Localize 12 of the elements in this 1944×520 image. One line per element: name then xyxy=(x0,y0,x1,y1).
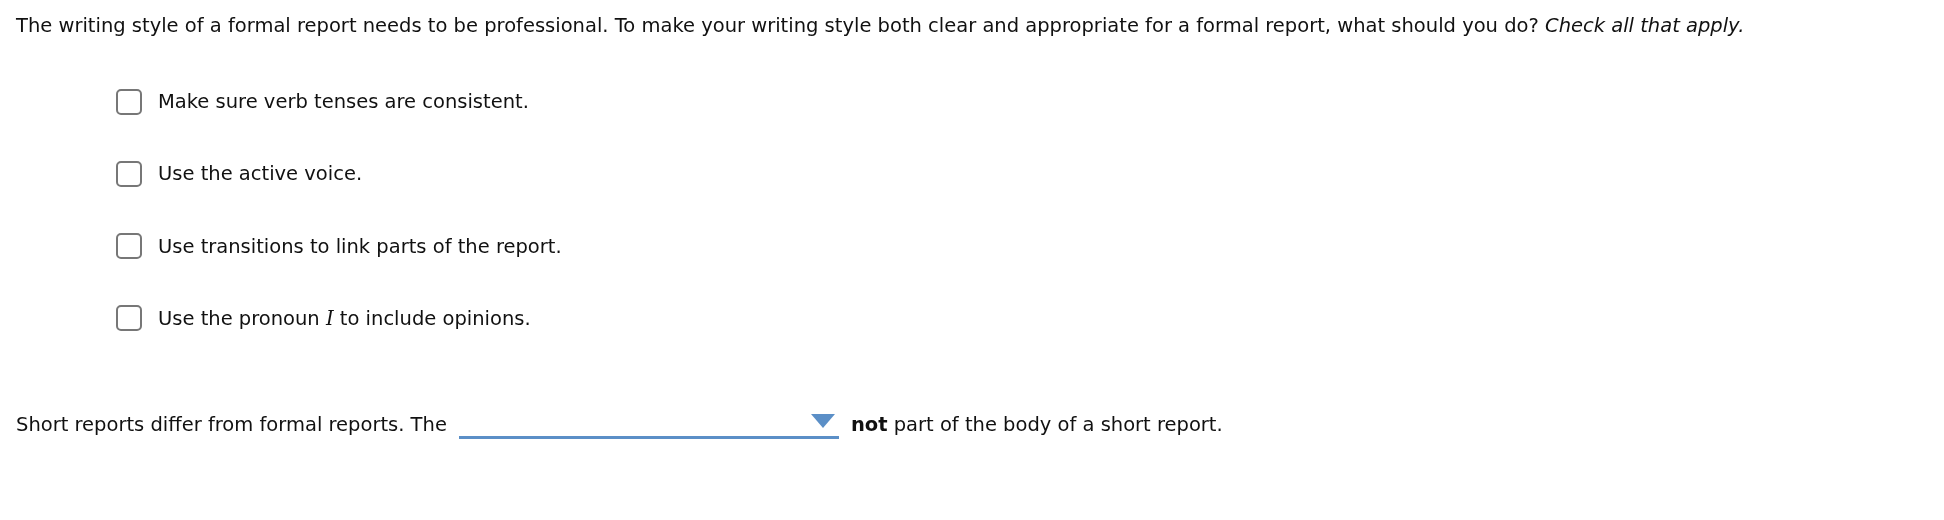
caret-icon xyxy=(810,413,835,428)
checkbox[interactable] xyxy=(116,160,142,187)
checkbox[interactable] xyxy=(116,305,142,332)
sentence-start: Short reports differ from formal reports. The xyxy=(16,411,447,438)
checkbox[interactable] xyxy=(116,233,142,260)
question-text: The writing style of a formal report needs to be professional. To make your writing style both clear and appropriate for a formal report, what should you do? Check all that apply. xyxy=(16,13,1746,39)
option-label: Use transitions to link parts of the report. xyxy=(158,233,562,260)
option-label: Use the active voice. xyxy=(158,161,363,188)
checkbox[interactable] xyxy=(116,88,142,115)
option-label: Use the pronoun I to include opinions. xyxy=(158,305,531,332)
sentence-end: not part of the body of a short report. xyxy=(850,411,1223,438)
option-label: Make sure verb tenses are consistent. xyxy=(158,89,529,115)
